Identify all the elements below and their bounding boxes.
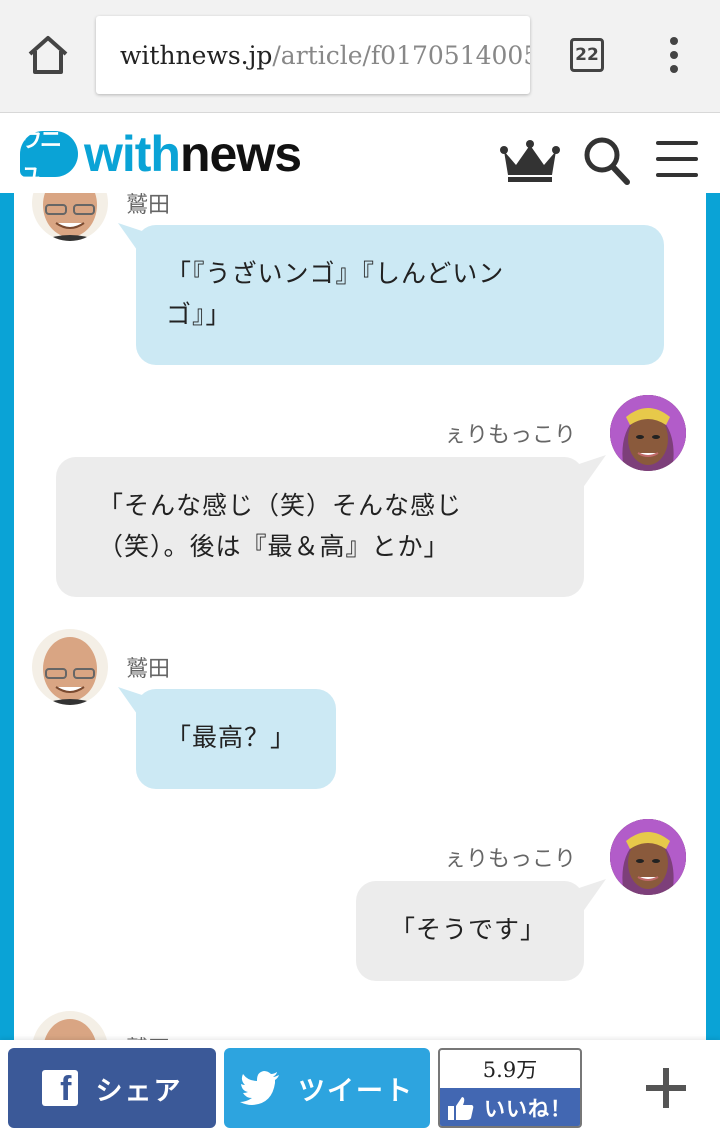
thumbs-up-icon — [448, 1097, 474, 1120]
url-host: withnews.jp — [120, 40, 273, 70]
site-header: ウニュ withnews — [0, 113, 720, 199]
speaker-name: ぇりもっこり — [444, 423, 577, 448]
tabs-icon[interactable]: 22 — [570, 38, 604, 72]
share-bar: f シェア ツイート 5.9万 いいね！ — [0, 1040, 720, 1136]
avatar-erimokkori — [610, 819, 686, 895]
like-count: 5.9万 — [482, 1058, 538, 1082]
logo-news: news — [179, 126, 302, 182]
logo-with: with — [84, 126, 181, 182]
url-bar[interactable]: withnews.jp/article/f0170514005 — [96, 16, 530, 94]
avatar-washida — [32, 193, 108, 241]
chat-bubble: 「最高？」 — [136, 689, 336, 789]
avatar-erimokkori — [610, 395, 686, 471]
avatar-washida — [32, 1011, 108, 1040]
facebook-share-label: シェア — [95, 1075, 183, 1107]
home-icon[interactable] — [24, 30, 72, 78]
bubble-line: 「『うざいンゴ』『しんどいン — [166, 259, 505, 288]
facebook-like-widget[interactable]: 5.9万 いいね！ — [438, 1048, 582, 1128]
speaker-name: ぇりもっこり — [444, 847, 577, 872]
twitter-tweet-label: ツイート — [298, 1075, 414, 1107]
chat-area: 鷲田 「『うざいンゴ』『しんどいン ゴ』」 ぇりもっこり 「そんな感じ（笑）そん… — [14, 193, 706, 1040]
like-label: いいね！ — [484, 1097, 572, 1121]
search-icon[interactable] — [582, 135, 632, 187]
browser-toolbar: withnews.jp/article/f0170514005 22 — [0, 0, 720, 113]
facebook-icon: f — [41, 1070, 78, 1106]
bubble-line: 「そんな感じ（笑）そんな感じ — [98, 491, 463, 520]
speaker-name: 鷲田 — [126, 657, 171, 682]
logo-badge: ウニュ — [20, 128, 78, 185]
chat-bubble: 「そんな感じ（笑）そんな感じ （笑）。後は『最＆高』とか」 — [56, 457, 584, 597]
chat-bubble: 「『うざいンゴ』『しんどいン ゴ』」 — [136, 225, 664, 365]
plus-icon[interactable] — [644, 1066, 688, 1110]
url-path: /article/f0170514005 — [272, 40, 530, 70]
speaker-name: 鷲田 — [126, 1031, 170, 1040]
article-frame: 鷲田 「『うざいンゴ』『しんどいン ゴ』」 ぇりもっこり 「そんな感じ（笑）そん… — [0, 193, 720, 1040]
withnews-logo[interactable]: ウニュ withnews — [20, 126, 302, 185]
bubble-line: ゴ』」 — [166, 300, 232, 329]
twitter-tweet-button[interactable]: ツイート — [224, 1048, 430, 1128]
facebook-share-button[interactable]: f シェア — [8, 1048, 216, 1128]
bubble-line: 「最高？」 — [166, 723, 297, 752]
tab-count: 22 — [575, 45, 599, 65]
speaker-name: 鷲田 — [126, 193, 171, 218]
crown-icon[interactable] — [500, 137, 560, 185]
logo-wordmark: withnews — [84, 126, 302, 182]
bubble-line: （笑）。後は『最＆高』とか」 — [98, 532, 450, 561]
twitter-bird-icon — [240, 1071, 279, 1105]
bubble-line: 「そうです」 — [390, 915, 547, 944]
chat-bubble: 「そうです」 — [356, 881, 584, 981]
avatar-washida — [32, 629, 108, 705]
hamburger-menu-icon[interactable] — [656, 141, 698, 181]
overflow-menu-icon[interactable] — [662, 34, 686, 78]
like-button[interactable]: いいね！ — [440, 1088, 580, 1126]
